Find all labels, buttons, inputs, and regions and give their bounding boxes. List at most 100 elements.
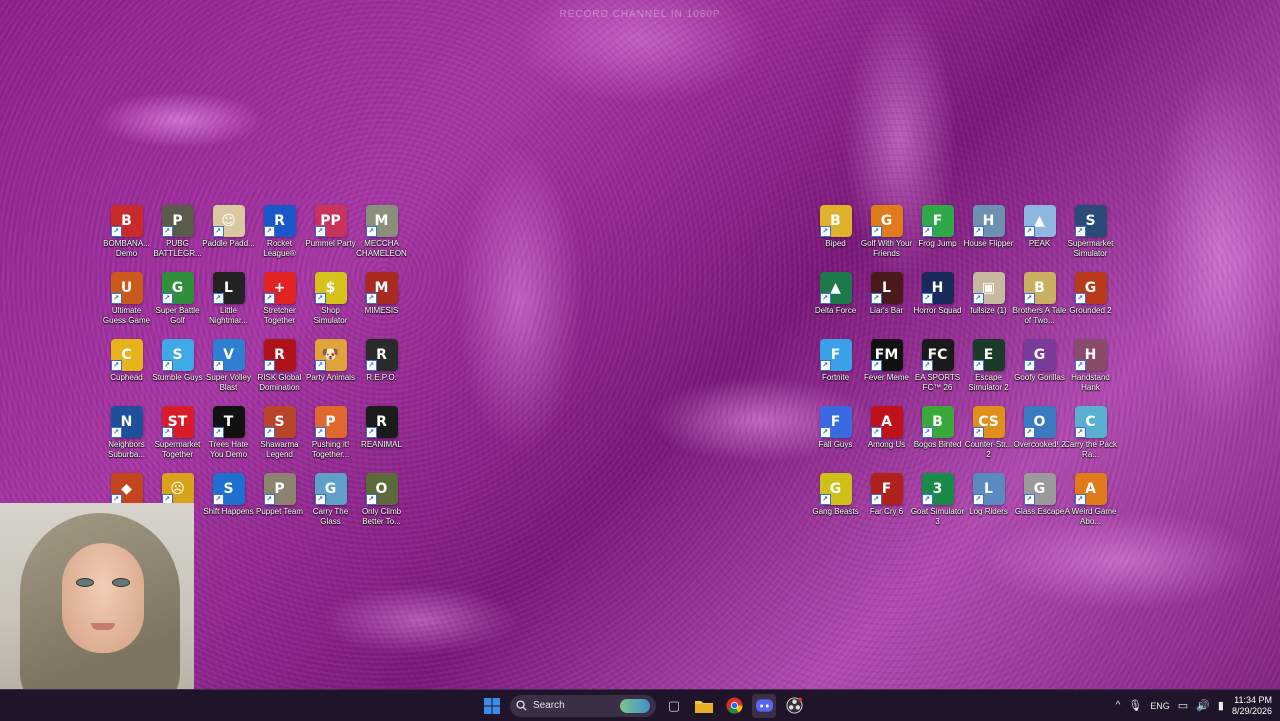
frog-jump-icon: F ↗	[921, 205, 954, 237]
desktop-shortcut[interactable]: F ↗ Fortnite	[810, 339, 861, 406]
desktop-shortcut[interactable]: L ↗ Log Riders	[963, 473, 1014, 540]
desktop-shortcut[interactable]: G ↗ Golf With Your Friends	[861, 205, 912, 272]
desktop-shortcut[interactable]: H ↗ Horror Squad	[912, 272, 963, 339]
icon-glyph: A	[881, 414, 892, 430]
shortcut-arrow-icon: ↗	[365, 427, 377, 438]
only-climb-icon: O ↗	[365, 473, 398, 505]
desktop-shortcut-label: Counter-Str... 2	[964, 440, 1013, 459]
shortcut-arrow-icon: ↗	[870, 494, 882, 505]
desktop-shortcut[interactable]: F ↗ Frog Jump	[912, 205, 963, 272]
language-indicator[interactable]: ENG	[1150, 701, 1170, 711]
icon-glyph: R	[376, 347, 387, 363]
desktop-shortcut[interactable]: ST ↗ Supermarket Together	[152, 406, 203, 473]
desktop-shortcut[interactable]: R ↗ R.E.P.O.	[356, 339, 407, 406]
desktop-shortcut[interactable]: V ↗ Super Volley Blast	[203, 339, 254, 406]
desktop-shortcut[interactable]: B ↗ Biped	[810, 205, 861, 272]
taskbar-search[interactable]: Search	[510, 694, 656, 717]
desktop-shortcut[interactable]: S ↗ Shift Happens	[203, 473, 254, 540]
desktop-shortcut[interactable]: G ↗ Glass Escape	[1014, 473, 1065, 540]
desktop-shortcut[interactable]: L ↗ Little Nightmar...	[203, 272, 254, 339]
desktop-shortcut[interactable]: B ↗ Bogos Binted	[912, 406, 963, 473]
puppet-team-icon: P ↗	[263, 473, 296, 505]
chevron-up-icon[interactable]: ^	[1116, 700, 1121, 711]
desktop-shortcut[interactable]: P ↗ PUBG BATTLEGR...	[152, 205, 203, 272]
glass-escape-icon: G ↗	[1023, 473, 1056, 505]
shortcut-arrow-icon: ↗	[1023, 293, 1035, 304]
discord-button[interactable]	[752, 693, 776, 718]
desktop-shortcut[interactable]: G ↗ Super Battle Golf	[152, 272, 203, 339]
desktop-shortcut[interactable]: O ↗ Overcooked! 2	[1013, 406, 1066, 473]
desktop-shortcut[interactable]: H ↗ House Flipper	[963, 205, 1014, 272]
bogos-binted-icon: B ↗	[921, 406, 954, 438]
start-button[interactable]	[480, 694, 504, 718]
desktop-shortcut[interactable]: M ↗ MECCHA CHAMELEON	[356, 205, 407, 272]
desktop-shortcut[interactable]: H ↗ Handstand Hank	[1065, 339, 1116, 406]
shortcut-arrow-icon: ↗	[972, 427, 984, 438]
desktop-shortcut[interactable]: R ↗ REANIMAL	[356, 406, 407, 473]
desktop-shortcut[interactable]: G ↗ Grounded 2	[1065, 272, 1116, 339]
desktop-shortcut[interactable]: S ↗ Supermarket Simulator	[1065, 205, 1116, 272]
desktop-shortcut[interactable]: O ↗ Only Climb Better To...	[356, 473, 407, 540]
pummel-party-icon: PP ↗	[314, 205, 347, 237]
shortcut-arrow-icon: ↗	[921, 427, 933, 438]
file-explorer-button[interactable]	[692, 694, 716, 718]
desktop-shortcut[interactable]: A ↗ Among Us	[861, 406, 912, 473]
desktop-shortcut[interactable]: B ↗ BOMBANA... Demo	[101, 205, 152, 272]
desktop-shortcut[interactable]: 3 ↗ Goat Simulator 3	[911, 473, 964, 540]
super-volley-blast-icon: V ↗	[212, 339, 245, 371]
desktop-shortcut[interactable]: ▣ ↗ fullsize (1)	[963, 272, 1014, 339]
desktop-shortcut[interactable]: C ↗ Carry the Pack Ra...	[1064, 406, 1117, 473]
gang-beasts-icon: G ↗	[819, 473, 852, 505]
volume-icon[interactable]: 🔊	[1196, 699, 1210, 712]
clock[interactable]: 11:34 PM 8/29/2026	[1232, 695, 1272, 717]
desktop-shortcut[interactable]: L ↗ Liar's Bar	[861, 272, 912, 339]
desktop-shortcut[interactable]: A ↗ A Weird Game Abo...	[1065, 473, 1116, 540]
desktop-shortcut[interactable]: ▲ ↗ Delta Force	[810, 272, 861, 339]
desktop-shortcut[interactable]: S ↗ Shawarma Legend	[254, 406, 305, 473]
desktop-shortcut[interactable]: F ↗ Far Cry 6	[861, 473, 912, 540]
desktop-shortcut[interactable]: U ↗ Ultimate Guess Game	[101, 272, 152, 339]
desktop-shortcut[interactable]: E ↗ Escape Simulator 2	[963, 339, 1014, 406]
desktop-shortcut-label: Handstand Hank	[1071, 373, 1110, 392]
desktop-shortcut[interactable]: PP ↗ Pummel Party	[305, 205, 356, 272]
desktop-shortcut[interactable]: G ↗ Goofy Gorillas	[1014, 339, 1065, 406]
chrome-button[interactable]	[722, 694, 746, 718]
desktop-shortcut[interactable]: $ ↗ Shop Simulator	[305, 272, 356, 339]
desktop-shortcut-label: Only Climb Better To...	[361, 507, 402, 526]
desktop-shortcut[interactable]: ☺ ↗ Paddle Padd...	[202, 205, 255, 272]
desktop-shortcut[interactable]: + ↗ Stretcher Together	[254, 272, 305, 339]
desktop-shortcut-label: Stumble Guys	[152, 373, 203, 382]
icon-glyph: C	[121, 347, 132, 363]
desktop-shortcut[interactable]: P ↗ Pushing it! Together...	[305, 406, 356, 473]
desktop-shortcut[interactable]: S ↗ Stumble Guys	[152, 339, 203, 406]
carry-the-glass-icon: G ↗	[314, 473, 347, 505]
desktop-shortcut[interactable]: T ↗ Trees Hate You Demo	[203, 406, 254, 473]
task-view-button[interactable]: ▢	[662, 694, 686, 718]
desktop-shortcut[interactable]: ▲ ↗ PEAK	[1014, 205, 1065, 272]
desktop-shortcut[interactable]: 🐶 ↗ Party Animals	[305, 339, 356, 406]
file-explorer-icon	[695, 700, 713, 713]
microphone-icon[interactable]: 🎙	[1128, 699, 1142, 712]
desktop-shortcut[interactable]: CS ↗ Counter-Str... 2	[963, 406, 1014, 473]
desktop-shortcut[interactable]: G ↗ Carry The Glass	[305, 473, 356, 540]
shortcut-arrow-icon: ↗	[365, 494, 377, 505]
desktop-shortcut-label: Biped	[825, 239, 846, 248]
desktop-shortcut[interactable]: P ↗ Puppet Team	[254, 473, 305, 540]
display-icon[interactable]: ▭	[1178, 699, 1188, 712]
battery-icon[interactable]: ▮	[1218, 699, 1224, 712]
desktop-shortcut-label: Neighbors Suburba...	[108, 440, 145, 459]
desktop-shortcut[interactable]: F ↗ Fall Guys	[810, 406, 861, 473]
desktop-shortcut[interactable]: R ↗ RISK Global Domination	[254, 339, 305, 406]
peak-icon: ▲ ↗	[1023, 205, 1056, 237]
desktop-shortcut[interactable]: M ↗ MIMESIS	[356, 272, 407, 339]
obs-button[interactable]	[782, 694, 806, 718]
desktop-shortcut[interactable]: FM ↗ Fever Meme	[861, 339, 912, 406]
desktop-shortcut[interactable]: C ↗ Cuphead	[101, 339, 152, 406]
desktop-shortcut[interactable]: R ↗ Rocket League®	[254, 205, 305, 272]
desktop-shortcut[interactable]: FC ↗ EA SPORTS FC™ 26	[912, 339, 963, 406]
desktop-shortcut-label: Liar's Bar	[869, 306, 904, 315]
desktop-shortcut[interactable]: G ↗ Gang Beasts	[810, 473, 861, 540]
desktop-shortcut[interactable]: N ↗ Neighbors Suburba...	[101, 406, 152, 473]
shortcut-arrow-icon: ↗	[212, 226, 224, 237]
desktop-shortcut[interactable]: B ↗ Brothers A Tale of Two...	[1013, 272, 1066, 339]
